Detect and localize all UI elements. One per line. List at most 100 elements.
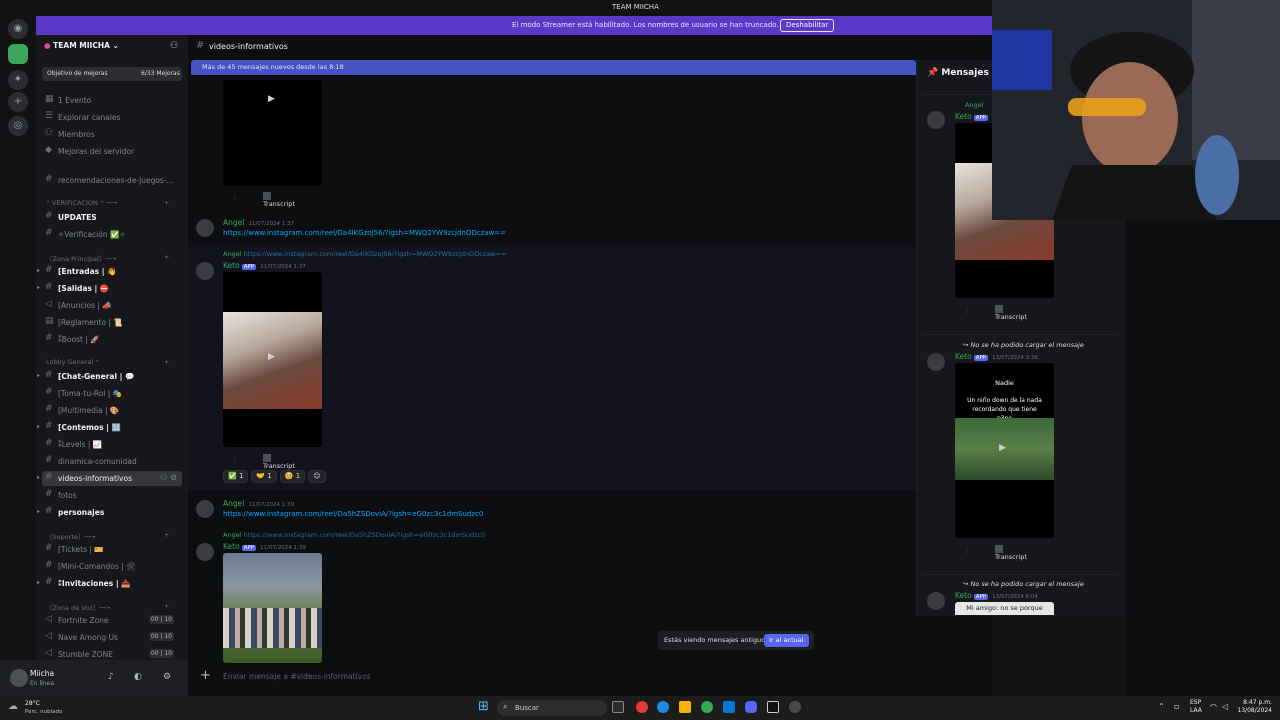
video-embed[interactable]: Nadie Un niño down de la nada recordando… bbox=[955, 363, 1054, 538]
avatar[interactable] bbox=[196, 543, 214, 561]
add-reaction-icon[interactable]: ☺ bbox=[308, 470, 326, 483]
message-author[interactable]: Keto APP 11/07/2024 1:37 bbox=[223, 261, 306, 270]
channel-tickets[interactable]: # ⁅Tickets | 🎫 bbox=[42, 542, 182, 557]
nav-server-boosts[interactable]: ◆ Mejoras del servidor bbox=[42, 144, 182, 159]
channel-entradas[interactable]: ▸ # ⁅Entradas | 👋 bbox=[37, 264, 182, 279]
taskbar-search[interactable]: ⌕ Buscar bbox=[497, 700, 607, 716]
add-channel-icon[interactable]: + bbox=[164, 253, 169, 261]
file-explorer-icon[interactable] bbox=[679, 701, 691, 713]
windows-start-icon[interactable]: ⊞ bbox=[478, 699, 489, 714]
reaction-check[interactable]: ✅ 1 bbox=[223, 470, 249, 483]
channel-verificacion[interactable]: # ✧Verificación ✅✧ bbox=[42, 227, 182, 242]
gear-icon[interactable] bbox=[789, 701, 801, 713]
attach-plus-icon[interactable]: + bbox=[200, 668, 211, 683]
boost-goal[interactable]: Objetivo de mejoras 6/33 Mejoras bbox=[42, 67, 182, 81]
nav-events[interactable]: ▦ 1 Evento bbox=[42, 93, 182, 108]
invite-icon[interactable]: ⚇ bbox=[160, 473, 167, 482]
chevron-up-icon[interactable]: ⌃ bbox=[1158, 702, 1165, 711]
video-embed[interactable]: ▶ bbox=[223, 80, 322, 186]
headset-icon[interactable]: ◐ bbox=[134, 672, 142, 682]
channel-invitaciones[interactable]: ▸ # ⁑Invitaciones | 📥 bbox=[37, 576, 182, 591]
channel-updates[interactable]: # UPDATES bbox=[42, 210, 182, 225]
avatar[interactable] bbox=[196, 262, 214, 280]
weather-temp[interactable]: 28°C bbox=[25, 700, 40, 707]
gear-icon[interactable]: ⚙ bbox=[163, 672, 171, 682]
jump-to-present-button[interactable]: Ir al actual bbox=[764, 634, 809, 647]
message-author[interactable]: Angel 11/07/2024 1:39 bbox=[223, 499, 294, 508]
channel-contemos[interactable]: ▸ # ⁅Contemos | 🔢 bbox=[37, 420, 182, 435]
download-icon[interactable]: ⫶ bbox=[234, 194, 236, 203]
new-messages-bar[interactable]: Más de 45 mensajes nuevos desde las 8:18 bbox=[191, 60, 916, 75]
video-embed[interactable] bbox=[223, 553, 322, 663]
weather-desc[interactable]: Parc. nublado bbox=[25, 709, 62, 715]
channel-personajes[interactable]: ▸ # personajes bbox=[37, 505, 182, 520]
server-icon[interactable]: ✦ bbox=[8, 70, 28, 90]
channel-anuncios[interactable]: ◁ ⁅Anuncios | 📣 bbox=[42, 298, 182, 313]
channel-recomendaciones[interactable]: # recomendaciones-de-juegos-... bbox=[42, 173, 182, 188]
channel-levels[interactable]: # ⁑Levels | 📈 bbox=[42, 437, 182, 452]
chrome-icon[interactable] bbox=[701, 701, 713, 713]
avatar[interactable] bbox=[10, 669, 28, 687]
category-soporte[interactable]: 〔Soporte〕──• + bbox=[46, 531, 169, 541]
add-channel-icon[interactable]: + bbox=[164, 531, 169, 539]
volume-icon[interactable]: ◁ bbox=[1222, 702, 1228, 711]
channel-reglamento[interactable]: ▤ ⁅Reglamento | 📜 bbox=[42, 315, 182, 330]
pinned-message[interactable]: ↪ No se ha podido cargar el mensaje Keto… bbox=[923, 574, 1119, 615]
add-channel-icon[interactable]: + bbox=[164, 602, 169, 610]
system-tray-icon[interactable]: ▫ bbox=[1174, 702, 1179, 711]
pinned-message[interactable]: ↪ No se ha podido cargar el mensaje Keto… bbox=[923, 334, 1119, 572]
channel-videos-informativos[interactable]: ▸ # videos-informativos ⚇ ⚙ bbox=[37, 471, 182, 486]
channel-fotos[interactable]: # fotos bbox=[42, 488, 182, 503]
gear-icon[interactable]: ⚙ bbox=[170, 473, 177, 482]
nav-members[interactable]: ⚇ Miembros bbox=[42, 127, 182, 142]
channel-dinamica-comunidad[interactable]: # dinamica-comunidad bbox=[42, 454, 182, 469]
discord-home-icon[interactable]: ◉ bbox=[8, 19, 28, 39]
disable-streamer-button[interactable]: Deshabilitar bbox=[780, 19, 835, 32]
category-lobby-general[interactable]: Lobby General ᛜ + bbox=[46, 358, 169, 366]
app-icon[interactable] bbox=[636, 701, 648, 713]
task-view-icon[interactable] bbox=[612, 701, 624, 713]
taskbar-clock[interactable]: 8:47 p.m. 13/08/2024 bbox=[1237, 699, 1272, 715]
wifi-icon[interactable]: ◠ bbox=[1210, 702, 1217, 711]
transcript-button[interactable]: Transcript bbox=[263, 192, 295, 208]
category-zona-de-voz[interactable]: 〔Zona de Voz〕──• + bbox=[46, 602, 169, 612]
channel-boost[interactable]: # ⁑Boost | 🚀 bbox=[42, 332, 182, 347]
channel-toma-tu-rol[interactable]: # ⁅Toma-tu-Rol | 🎭 bbox=[42, 386, 182, 401]
channel-multimedia[interactable]: # ⁅Multimedia | 🎨 bbox=[42, 403, 182, 418]
voice-fortnite-zone[interactable]: ◁ Fortnite Zone 00 | 10 bbox=[42, 613, 182, 628]
input-language[interactable]: ESP LAA bbox=[1190, 699, 1202, 715]
message-author[interactable]: Keto APP 11/07/2024 1:39 bbox=[223, 542, 306, 551]
channel-mini-comandos[interactable]: # ⁅Mini-Comandos | 🛠 bbox=[42, 559, 182, 574]
category-verificacion[interactable]: ᛜ VERIFICACION ᛜ ──• + bbox=[46, 199, 169, 207]
add-channel-icon[interactable]: + bbox=[164, 199, 169, 207]
video-embed[interactable]: ▶ bbox=[223, 272, 322, 447]
reply-reference[interactable]: Angel https://www.instagram.com/reel/Da5… bbox=[223, 531, 485, 539]
server-team-miicha-icon[interactable] bbox=[8, 44, 28, 64]
store-icon[interactable] bbox=[723, 701, 735, 713]
server-name[interactable]: ● TEAM MIICHA ⌄ bbox=[44, 41, 119, 50]
reaction-face[interactable]: 🥹 1 bbox=[279, 470, 306, 483]
message-author[interactable]: Angel 11/07/2024 1:37 bbox=[223, 218, 294, 227]
message-input[interactable]: Enviar mensaje a #videos-informativos bbox=[223, 672, 371, 681]
explore-icon[interactable]: ◎ bbox=[8, 116, 28, 136]
channel-salidas[interactable]: ▸ # ⁅Salidas | ⛔ bbox=[37, 281, 182, 296]
reaction-handshake[interactable]: 🤝 1 bbox=[251, 470, 277, 483]
message-link[interactable]: https://www.instagram.com/reel/Da4lKGzoJ… bbox=[223, 229, 506, 237]
add-channel-icon[interactable]: + bbox=[164, 358, 169, 366]
message-link[interactable]: https://www.instagram.com/reel/Da5hZSDov… bbox=[223, 510, 483, 518]
add-member-icon[interactable]: ⚇ bbox=[170, 41, 178, 51]
nav-explore-channels[interactable]: ☰ Explorar canales bbox=[42, 110, 182, 125]
download-icon[interactable]: ⫶ bbox=[234, 456, 236, 465]
add-server-icon[interactable]: + bbox=[8, 92, 28, 112]
transcript-button[interactable]: Transcript bbox=[263, 454, 295, 470]
reply-reference[interactable]: Angel https://www.instagram.com/reel/Da4… bbox=[223, 250, 506, 258]
avatar[interactable] bbox=[196, 500, 214, 518]
voice-nave-among-us[interactable]: ◁ Nave Among Us 00 | 10 bbox=[42, 630, 182, 645]
obs-icon[interactable] bbox=[767, 701, 779, 713]
avatar[interactable] bbox=[196, 219, 214, 237]
edge-icon[interactable] bbox=[657, 701, 669, 713]
discord-icon[interactable] bbox=[745, 701, 757, 713]
microphone-icon[interactable]: ♪ bbox=[108, 672, 114, 682]
channel-chat-general[interactable]: ▸ # ⁅Chat-General | 💬 bbox=[37, 369, 182, 384]
category-zona-principal[interactable]: 〔Zona Principal〕──• + bbox=[46, 253, 169, 263]
